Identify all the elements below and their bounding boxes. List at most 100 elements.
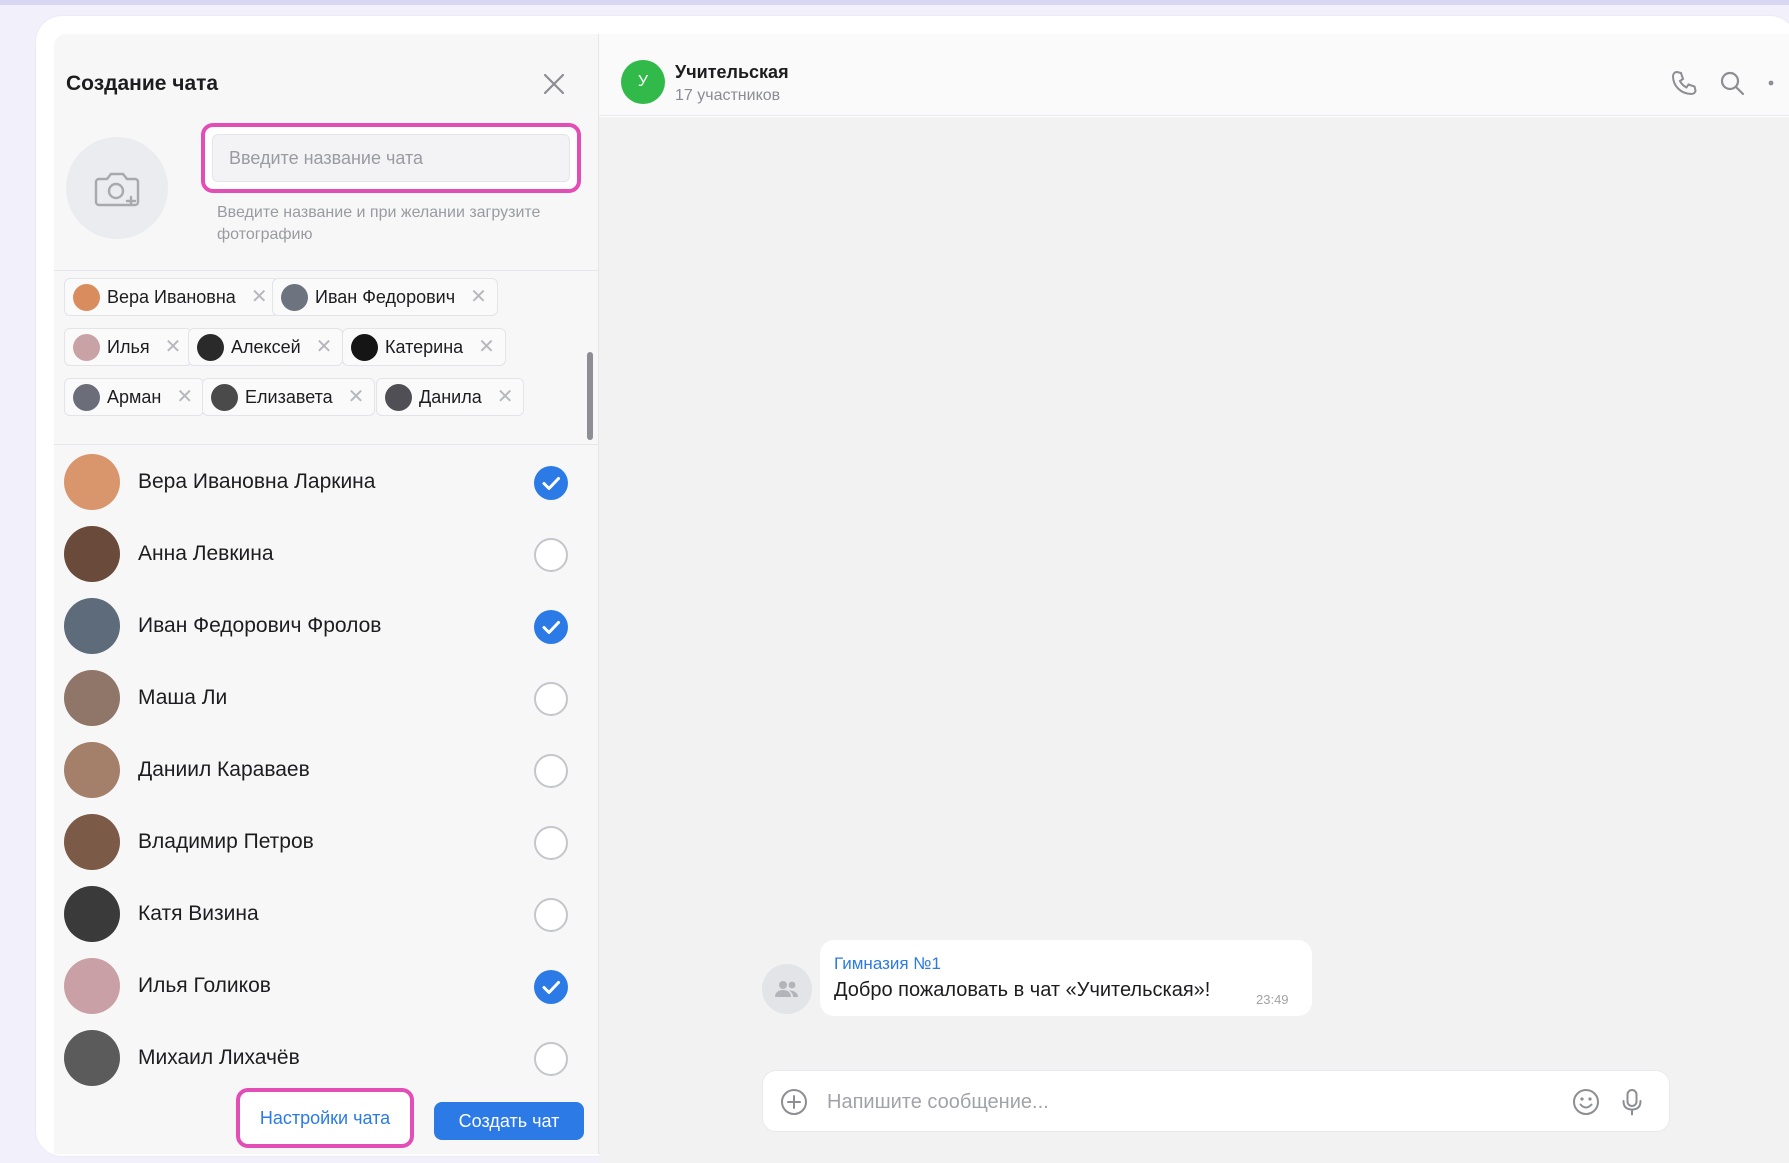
contact-checkbox[interactable] bbox=[534, 682, 568, 716]
create-chat-panel: Создание чата Введите название и при жел… bbox=[54, 34, 598, 1154]
contact-checkbox[interactable] bbox=[534, 466, 568, 500]
message-author[interactable]: Гимназия №1 bbox=[834, 954, 941, 974]
chip-remove-icon[interactable]: ✕ bbox=[251, 287, 268, 307]
top-strip bbox=[0, 0, 1789, 5]
divider bbox=[54, 270, 598, 271]
message-text: Добро пожаловать в чат «Учительская»! bbox=[834, 979, 1211, 1001]
chip-avatar bbox=[197, 333, 224, 361]
contact-checkbox[interactable] bbox=[534, 826, 568, 860]
plus-circle-icon bbox=[781, 1089, 807, 1115]
avatar bbox=[64, 526, 120, 582]
chip-remove-icon[interactable]: ✕ bbox=[348, 387, 365, 407]
chat-settings-label: Настройки чата bbox=[259, 1107, 391, 1128]
chat-name-input[interactable] bbox=[212, 134, 570, 182]
emoji-icon bbox=[1573, 1089, 1599, 1115]
chat-name-highlight bbox=[201, 123, 581, 193]
chips-scrollbar[interactable] bbox=[587, 352, 593, 440]
chip: Данила ✕ bbox=[376, 378, 525, 416]
contact-row[interactable]: Иван Федорович Фролов bbox=[54, 590, 598, 662]
chat-avatar[interactable]: У bbox=[621, 60, 665, 104]
contact-row[interactable]: Владимир Петров bbox=[54, 806, 598, 878]
contact-name: Иван Федорович Фролов bbox=[138, 614, 382, 637]
chip: Иван Федорович ✕ bbox=[272, 278, 498, 316]
chip-remove-icon[interactable]: ✕ bbox=[316, 337, 333, 357]
chip: Арман ✕ bbox=[64, 378, 205, 416]
contact-list: Вера Ивановна Ларкина Анна Левкина Иван … bbox=[54, 446, 598, 1086]
contact-checkbox[interactable] bbox=[534, 970, 568, 1004]
avatar bbox=[64, 886, 120, 942]
contact-checkbox[interactable] bbox=[534, 538, 568, 572]
create-chat-button[interactable]: Создать чат bbox=[434, 1102, 584, 1140]
chat-title[interactable]: Учительская bbox=[675, 62, 789, 83]
avatar bbox=[64, 814, 120, 870]
group-icon bbox=[775, 981, 798, 997]
panel-title: Создание чата bbox=[66, 72, 219, 95]
contact-checkbox[interactable] bbox=[534, 898, 568, 932]
contact-name: Вера Ивановна Ларкина bbox=[138, 470, 376, 493]
avatar bbox=[64, 958, 120, 1014]
contact-checkbox[interactable] bbox=[534, 754, 568, 788]
contact-name: Владимир Петров bbox=[138, 830, 314, 853]
avatar bbox=[64, 742, 120, 798]
phone-icon bbox=[1671, 70, 1697, 96]
contact-row[interactable]: Анна Левкина bbox=[54, 518, 598, 590]
chip-label: Арман bbox=[107, 386, 162, 407]
camera-add-icon bbox=[94, 172, 140, 207]
chip-remove-icon[interactable]: ✕ bbox=[478, 337, 495, 357]
chip-remove-icon[interactable]: ✕ bbox=[165, 337, 182, 357]
message-bubble[interactable]: Гимназия №1 Добро пожаловать в чат «Учит… bbox=[820, 940, 1312, 1016]
selected-chips: Вера Ивановна ✕ Иван Федорович ✕ Илья ✕ … bbox=[54, 272, 598, 444]
contact-row[interactable]: Катя Визина bbox=[54, 878, 598, 950]
chip-label: Елизавета bbox=[245, 386, 333, 407]
sender-avatar[interactable] bbox=[762, 964, 812, 1014]
checkmark-icon bbox=[542, 477, 560, 490]
chip-label: Иван Федорович bbox=[315, 286, 456, 307]
call-button[interactable] bbox=[1669, 68, 1699, 98]
close-icon bbox=[543, 73, 565, 95]
more-button[interactable] bbox=[1759, 68, 1783, 98]
chip-label: Илья bbox=[107, 336, 150, 357]
chat-header: У Учительская 17 участников bbox=[599, 34, 1789, 116]
chip-label: Данила bbox=[419, 386, 482, 407]
chat-participants-count[interactable]: 17 участников bbox=[675, 87, 780, 105]
contact-name: Маша Ли bbox=[138, 686, 228, 709]
chip: Елизавета ✕ bbox=[202, 378, 376, 416]
avatar bbox=[64, 670, 120, 726]
contact-checkbox[interactable] bbox=[534, 1042, 568, 1076]
chip-avatar bbox=[351, 333, 378, 361]
create-chat-label: Создать чат bbox=[458, 1110, 560, 1131]
contact-name: Катя Визина bbox=[138, 902, 259, 925]
attach-button[interactable] bbox=[779, 1087, 809, 1117]
contact-row[interactable]: Илья Голиков bbox=[54, 950, 598, 1022]
chip-remove-icon[interactable]: ✕ bbox=[470, 287, 487, 307]
message-composer bbox=[762, 1070, 1670, 1132]
message-input[interactable] bbox=[827, 1083, 1527, 1121]
chat-settings-button[interactable]: Настройки чата bbox=[236, 1088, 414, 1148]
emoji-button[interactable] bbox=[1571, 1087, 1601, 1117]
contact-row[interactable]: Даниил Караваев bbox=[54, 734, 598, 806]
search-icon bbox=[1720, 71, 1745, 96]
upload-photo-button[interactable] bbox=[66, 137, 168, 239]
search-button[interactable] bbox=[1717, 68, 1747, 98]
contact-row[interactable]: Михаил Лихачёв bbox=[54, 1022, 598, 1086]
chip-avatar bbox=[211, 383, 238, 411]
close-button[interactable] bbox=[538, 68, 570, 100]
chip-remove-icon[interactable]: ✕ bbox=[176, 387, 193, 407]
chip: Вера Ивановна ✕ bbox=[64, 278, 279, 316]
chip-remove-icon[interactable]: ✕ bbox=[497, 387, 514, 407]
contact-checkbox[interactable] bbox=[534, 610, 568, 644]
panel-header: Создание чата Введите название и при жел… bbox=[54, 34, 598, 272]
contact-name: Илья Голиков bbox=[138, 974, 271, 997]
message-time: 23:49 bbox=[1256, 992, 1289, 1007]
chip-label: Алексей bbox=[231, 336, 301, 357]
contact-row[interactable]: Маша Ли bbox=[54, 662, 598, 734]
microphone-icon bbox=[1622, 1089, 1642, 1116]
voice-button[interactable] bbox=[1617, 1087, 1647, 1117]
contact-row[interactable]: Вера Ивановна Ларкина bbox=[54, 446, 598, 518]
avatar bbox=[64, 454, 120, 510]
chip-label: Вера Ивановна bbox=[107, 286, 236, 307]
chip-avatar bbox=[281, 283, 308, 311]
chip: Катерина ✕ bbox=[342, 328, 506, 366]
checkmark-icon bbox=[542, 621, 560, 634]
chip: Илья ✕ bbox=[64, 328, 193, 366]
